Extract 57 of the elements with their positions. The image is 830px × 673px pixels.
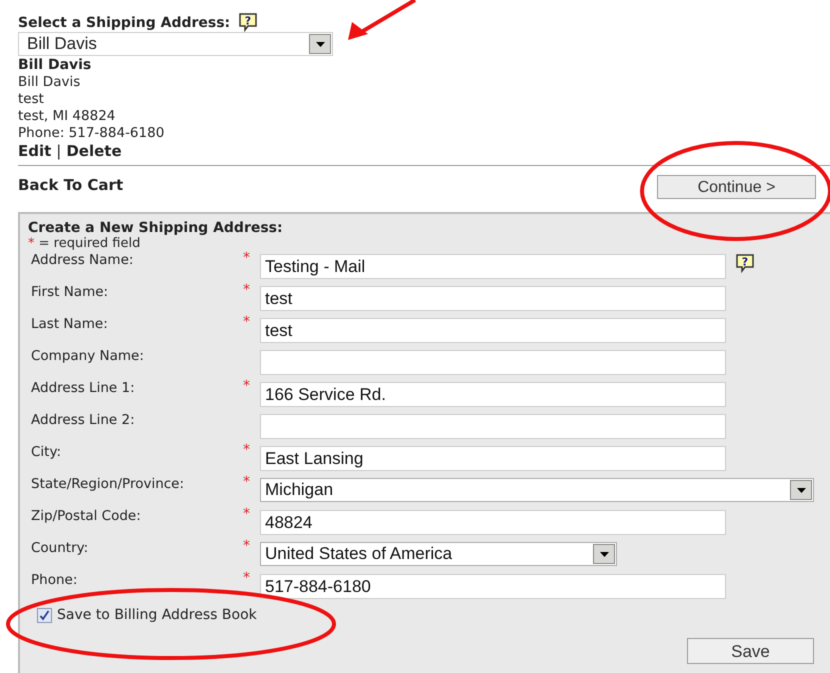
field-label: First Name: bbox=[31, 283, 110, 300]
text-field[interactable] bbox=[260, 350, 726, 375]
required-marker: * bbox=[243, 314, 250, 330]
save-button[interactable]: Save bbox=[687, 638, 814, 664]
field-label: Last Name: bbox=[31, 315, 109, 332]
dropdown-arrow-button[interactable] bbox=[790, 480, 812, 500]
text-field[interactable]: 517-884-6180 bbox=[260, 574, 726, 599]
continue-button[interactable]: Continue > bbox=[657, 175, 816, 199]
field-label: City: bbox=[31, 443, 62, 460]
required-marker: * bbox=[243, 250, 250, 266]
address-line: Phone: 517-884-6180 bbox=[18, 125, 166, 142]
required-marker: * bbox=[243, 474, 250, 490]
shipping-address-label: Select a Shipping Address: bbox=[18, 14, 230, 32]
required-marker: * bbox=[243, 442, 250, 458]
field-label: Address Line 2: bbox=[31, 411, 136, 428]
shipping-address-select[interactable]: Bill Davis bbox=[18, 32, 333, 56]
text-field[interactable]: East Lansing bbox=[260, 446, 726, 471]
required-marker: * bbox=[243, 378, 250, 394]
dropdown-arrow-button[interactable] bbox=[309, 34, 331, 54]
checkmark-icon bbox=[39, 610, 50, 621]
text-field[interactable]: 166 Service Rd. bbox=[260, 382, 726, 407]
back-to-cart-link[interactable]: Back To Cart bbox=[18, 174, 124, 196]
text-field[interactable]: 48824 bbox=[260, 510, 726, 535]
field-label: Zip/Postal Code: bbox=[31, 507, 142, 524]
address-line: test, MI 48824 bbox=[18, 108, 116, 125]
required-marker: * bbox=[243, 282, 250, 298]
help-icon[interactable]: ? bbox=[735, 253, 755, 273]
dropdown-arrow-button[interactable] bbox=[593, 544, 615, 564]
field-label: Address Name: bbox=[31, 251, 134, 268]
select-field[interactable]: United States of America bbox=[260, 542, 617, 566]
checkbox-label: Save to Billing Address Book bbox=[57, 606, 257, 625]
text-field[interactable]: test bbox=[260, 286, 726, 311]
save-to-billing-checkbox[interactable] bbox=[37, 608, 52, 623]
required-marker: * bbox=[243, 538, 250, 554]
required-marker: * bbox=[243, 570, 250, 586]
required-note: * = required field bbox=[28, 236, 142, 251]
field-label: Phone: bbox=[31, 571, 78, 588]
edit-link[interactable]: Edit bbox=[18, 142, 52, 160]
text-field[interactable] bbox=[260, 414, 726, 439]
field-label: Address Line 1: bbox=[31, 379, 136, 396]
select-field[interactable]: Michigan bbox=[260, 478, 814, 502]
help-icon[interactable]: ? bbox=[238, 12, 258, 32]
address-title: Bill Davis bbox=[18, 57, 92, 74]
required-marker: * bbox=[243, 506, 250, 522]
text-field[interactable]: test bbox=[260, 318, 726, 343]
field-label: State/Region/Province: bbox=[31, 475, 186, 492]
form-title: Create a New Shipping Address: bbox=[28, 220, 284, 236]
caret-icon bbox=[600, 552, 608, 556]
caret-icon bbox=[796, 488, 806, 492]
address-line: Bill Davis bbox=[18, 74, 82, 91]
text-field[interactable]: Testing - Mail bbox=[260, 254, 726, 279]
address-line: test bbox=[18, 91, 45, 108]
field-label: Company Name: bbox=[31, 347, 145, 364]
link-separator: | bbox=[56, 142, 62, 160]
field-label: Country: bbox=[31, 539, 90, 556]
delete-link[interactable]: Delete bbox=[66, 142, 122, 160]
caret-icon bbox=[316, 42, 324, 46]
